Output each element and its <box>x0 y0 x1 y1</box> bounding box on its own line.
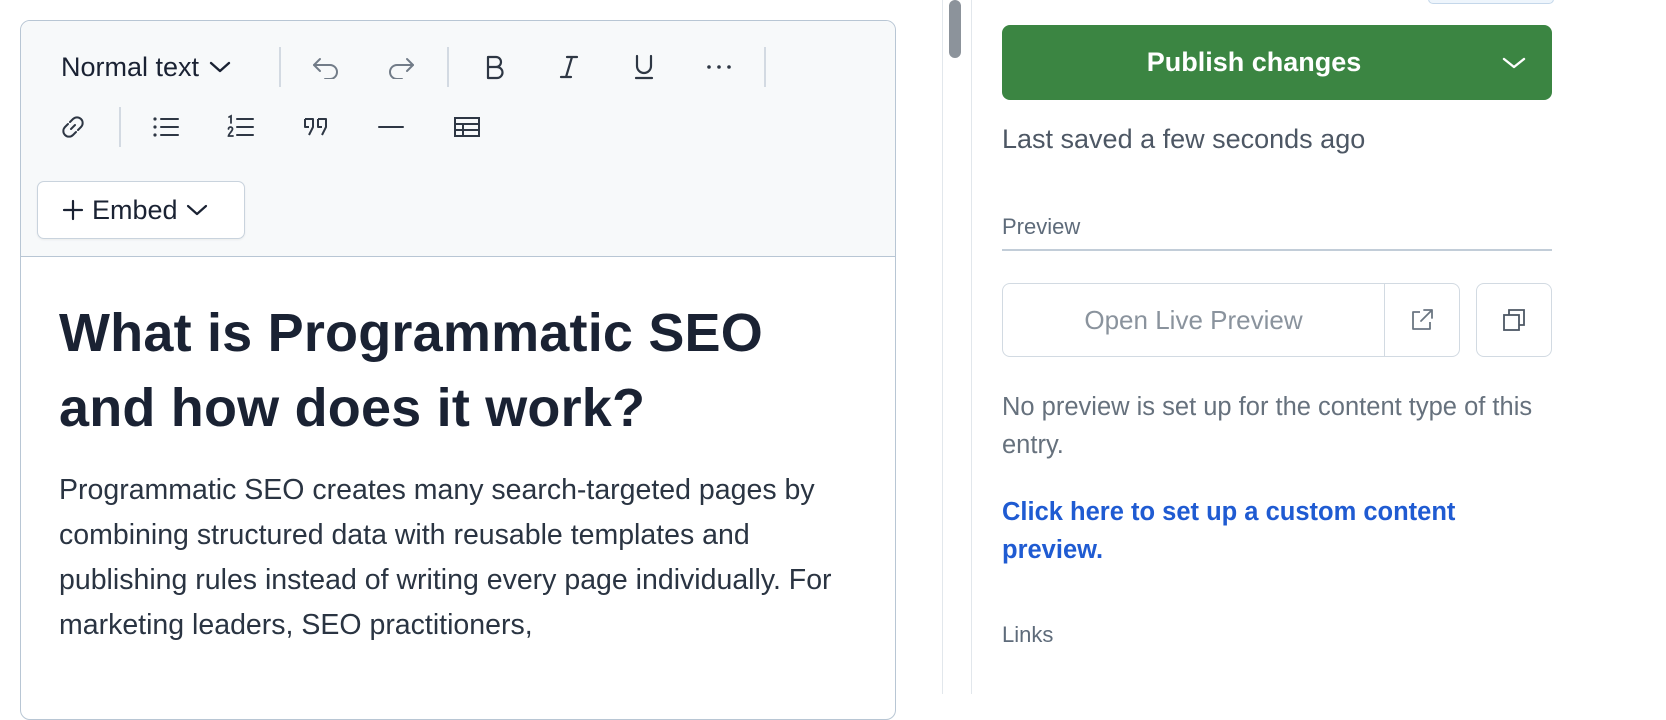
plus-icon <box>62 199 84 221</box>
chevron-down-icon <box>1502 57 1526 68</box>
preview-button-group: Open Live Preview <box>1002 283 1460 357</box>
partial-button[interactable] <box>1428 0 1554 4</box>
last-saved-status: Last saved a few seconds ago <box>1002 124 1366 154</box>
link-icon <box>62 116 84 138</box>
redo-button[interactable] <box>381 47 421 87</box>
open-preview-new-tab-button[interactable] <box>1384 284 1459 356</box>
quote-icon <box>304 118 327 136</box>
embed-button[interactable]: Embed <box>37 181 245 239</box>
chevron-down-icon <box>186 204 207 216</box>
table-button[interactable] <box>447 107 487 147</box>
underline-icon <box>634 54 654 80</box>
bold-button[interactable] <box>475 47 515 87</box>
redo-icon <box>389 58 414 79</box>
publish-options-toggle[interactable] <box>1476 56 1552 70</box>
italic-button[interactable] <box>549 47 589 87</box>
toolbar-separator <box>764 47 766 87</box>
numbered-list-icon <box>227 114 254 137</box>
horizontal-rule-icon <box>378 126 404 128</box>
bulleted-list-button[interactable] <box>146 107 186 147</box>
embed-label: Embed <box>92 194 178 225</box>
undo-button[interactable] <box>306 47 346 87</box>
link-button[interactable] <box>53 107 93 147</box>
copy-icon <box>1503 309 1525 331</box>
bulleted-list-icon <box>153 117 179 137</box>
publish-label: Publish changes <box>1146 47 1362 77</box>
publish-changes-button[interactable]: Publish changes <box>1002 25 1552 100</box>
preview-section-heading: Preview <box>1002 214 1081 239</box>
links-section-heading: Links <box>1002 622 1054 647</box>
setup-custom-preview-link[interactable]: Click here to set up a custom content pr… <box>1002 493 1547 569</box>
chevron-down-icon <box>209 61 231 73</box>
toolbar-separator <box>447 47 449 87</box>
editor-toolbar: Normal text Embed <box>21 21 895 257</box>
toolbar-separator <box>279 47 281 87</box>
table-icon <box>454 117 480 137</box>
undo-icon <box>313 58 338 79</box>
section-divider <box>1002 249 1552 251</box>
open-live-preview-button[interactable]: Open Live Preview <box>1003 284 1384 356</box>
copy-preview-link-button[interactable] <box>1476 283 1552 357</box>
rich-text-editor: Normal text Embed What is Programmatic S… <box>20 20 896 720</box>
underline-button[interactable] <box>624 47 664 87</box>
more-icon <box>707 65 731 69</box>
numbered-list-button[interactable] <box>221 107 261 147</box>
more-formatting-button[interactable] <box>699 47 739 87</box>
no-preview-message: No preview is set up for the content typ… <box>1002 393 1533 459</box>
text-style-dropdown[interactable]: Normal text <box>61 49 231 85</box>
scrollbar-thumb[interactable] <box>949 0 961 58</box>
bold-icon <box>486 55 504 80</box>
italic-icon <box>559 55 579 79</box>
horizontal-rule-button[interactable] <box>371 107 411 147</box>
toolbar-separator <box>119 107 121 147</box>
text-style-label: Normal text <box>61 51 200 82</box>
document-paragraph[interactable]: Programmatic SEO creates many search-tar… <box>59 468 859 648</box>
external-link-icon <box>1412 309 1433 330</box>
scrollbar-track[interactable] <box>942 0 972 694</box>
document-heading[interactable]: What is Programmatic SEO and how does it… <box>59 296 859 446</box>
editor-content[interactable]: What is Programmatic SEO and how does it… <box>59 296 859 648</box>
quote-button[interactable] <box>296 107 336 147</box>
